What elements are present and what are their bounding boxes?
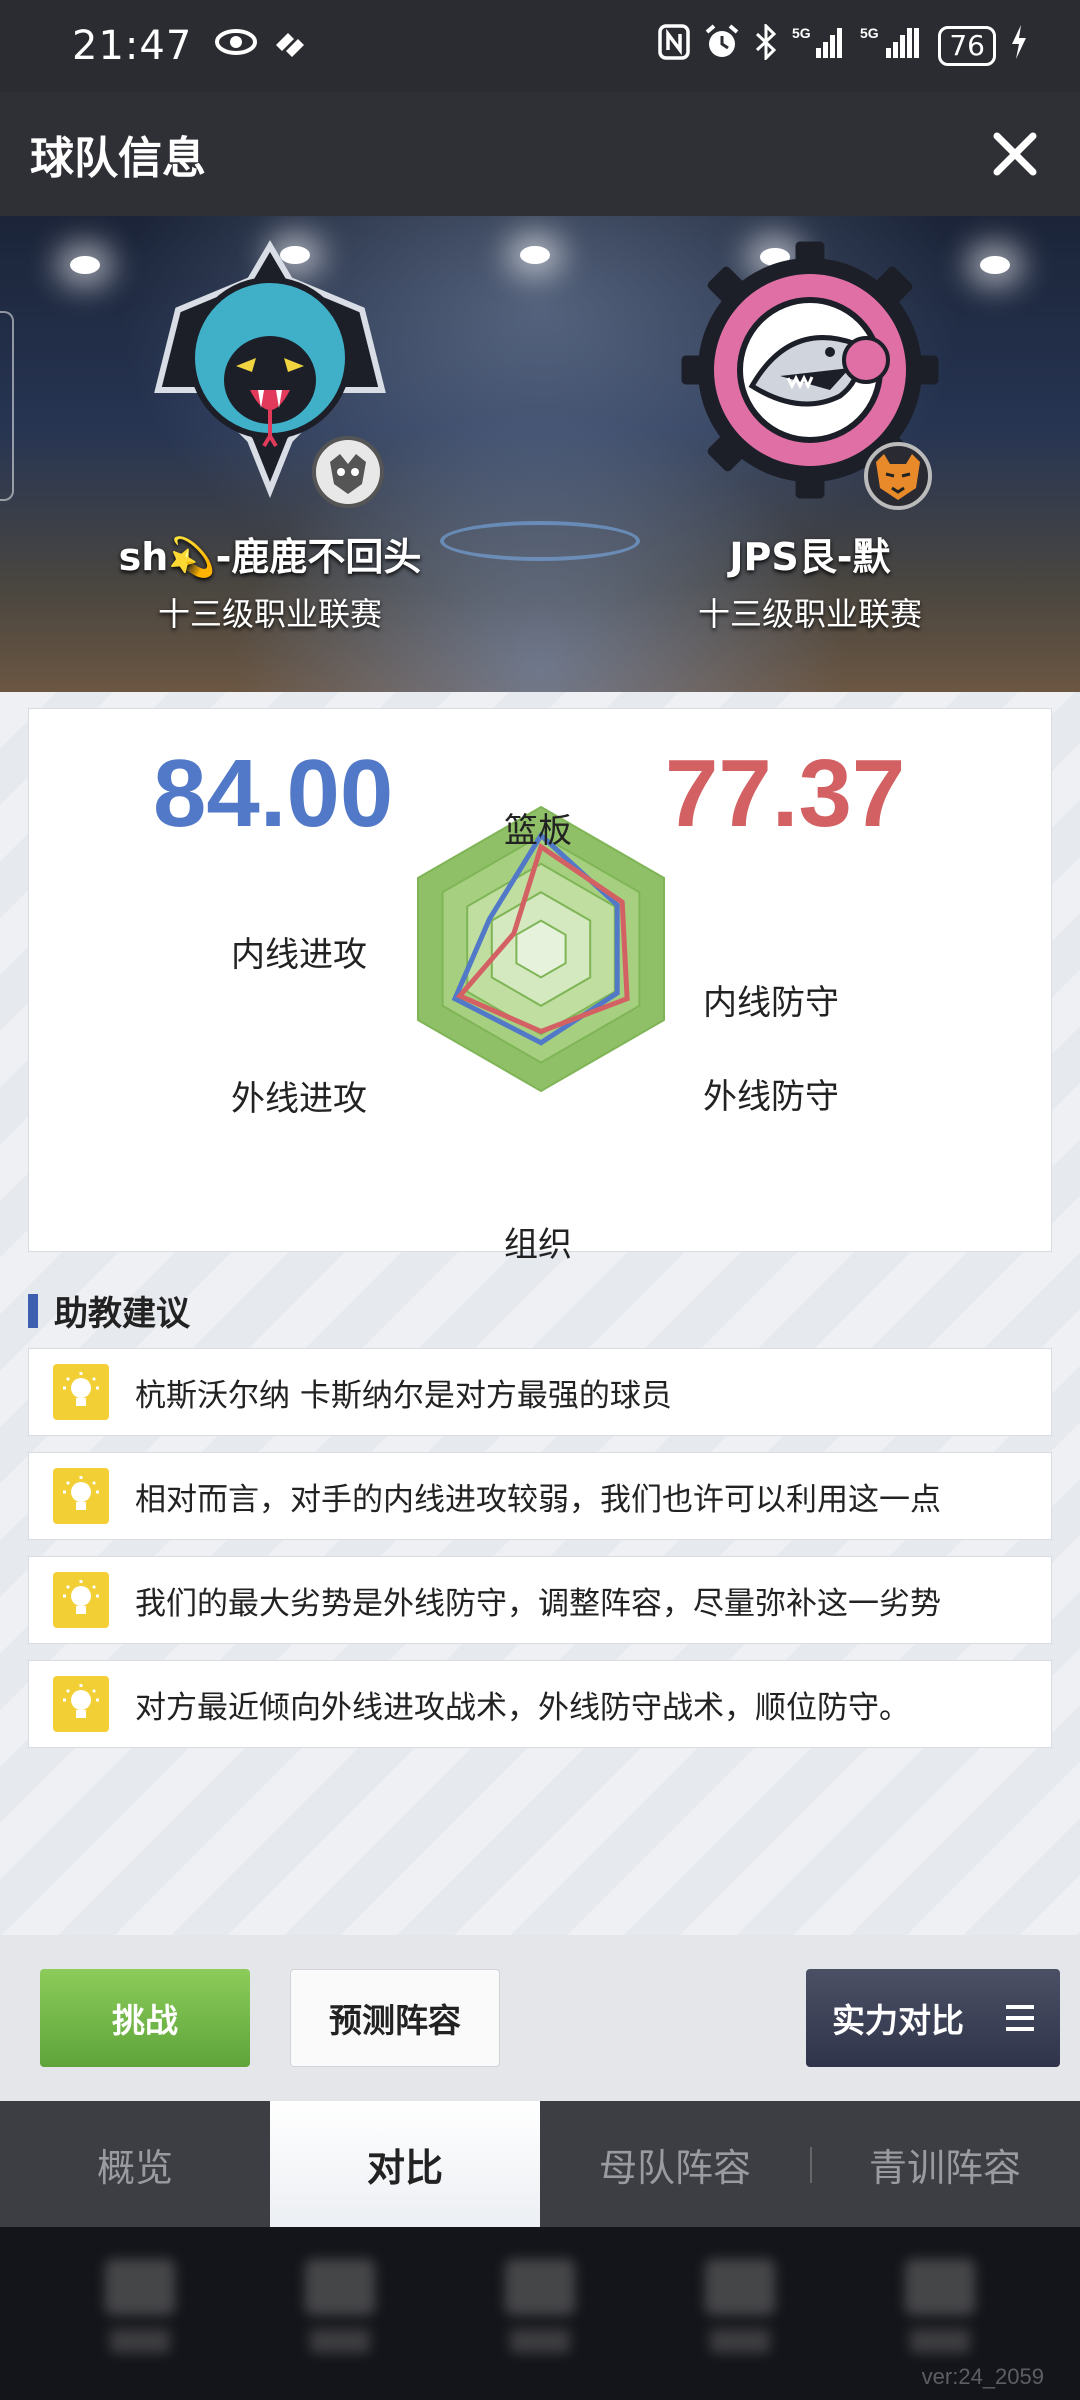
blurred-nav-item (700, 2258, 780, 2369)
predict-lineup-button[interactable]: 预测阵容 (290, 1969, 500, 2067)
nfc-icon (658, 24, 691, 68)
app-icon (272, 26, 308, 66)
advice-item: 对方最近倾向外线进攻战术，外线防守战术，顺位防守。 (28, 1660, 1052, 1748)
radar-axis-label: 外线防守 (703, 1077, 839, 1117)
blurred-nav-item (500, 2258, 580, 2369)
team-left-name: sh💫-鹿鹿不回头 (118, 535, 422, 579)
menu-icon (1006, 2005, 1034, 2031)
section-accent-bar (28, 1293, 38, 1328)
radar-axis-label: 内线进攻 (231, 935, 367, 975)
blurred-nav-item (100, 2258, 180, 2369)
side-drawer-handle[interactable] (0, 311, 14, 501)
tab-label: 母队阵容 (598, 2145, 751, 2190)
tab-overview[interactable]: 概览 (0, 2101, 270, 2227)
team-badge-icon (864, 442, 932, 510)
close-button[interactable] (980, 119, 1050, 189)
team-left[interactable]: sh💫-鹿鹿不回头 十三级职业联赛 (60, 216, 480, 635)
charging-icon (1010, 25, 1028, 67)
page-title: 球队信息 (30, 133, 206, 184)
advice-text: 相对而言，对手的内线进攻较弱，我们也许可以利用这一点 (135, 1481, 941, 1518)
tab-label: 青训阵容 (868, 2145, 1021, 2190)
advice-item: 我们的最大劣势是外线防守，调整阵容，尽量弥补这一劣势 (28, 1556, 1052, 1644)
radar-axis-label: 篮板 (504, 811, 572, 851)
advice-text: 杭斯沃尔纳 卡斯纳尔是对方最强的球员 (135, 1377, 672, 1414)
tab-label: 对比 (366, 2145, 443, 2190)
blurred-nav-item (300, 2258, 380, 2369)
teams-banner: sh💫-鹿鹿不回头 十三级职业联赛 JPS艮-默 十三级职业联赛 (0, 216, 1080, 692)
tab-compare[interactable]: 对比 (270, 2101, 540, 2227)
team-right[interactable]: JPS艮-默 十三级职业联赛 (600, 216, 1020, 635)
signal-5g-icon: 5G (792, 24, 846, 68)
tab-label: 概览 (96, 2145, 173, 2190)
team-badge-icon (312, 436, 384, 508)
advice-section-title: 助教建议 (28, 1286, 190, 1335)
tab-bar: 概览 对比 母队阵容 青训阵容 (0, 2101, 1080, 2227)
bottom-nav-blurred: ver:24_2059 (0, 2227, 1080, 2400)
strength-compare-label: 实力对比 (832, 2001, 964, 2040)
advice-item: 杭斯沃尔纳 卡斯纳尔是对方最强的球员 (28, 1348, 1052, 1436)
close-icon (993, 132, 1037, 176)
advice-text: 对方最近倾向外线进攻战术，外线防守战术，顺位防守。 (135, 1689, 910, 1726)
blurred-nav-item (900, 2258, 980, 2369)
header: 球队信息 (0, 92, 1080, 216)
tab-main-roster[interactable]: 母队阵容 (540, 2101, 810, 2227)
comparison-card: 84.00 77.37 篮板 内线防守 外线防守 组织 外线进攻 内线进攻 (28, 708, 1052, 1265)
radar-axis-label: 内线防守 (703, 983, 839, 1023)
lightbulb-icon (53, 1676, 109, 1732)
team-right-name: JPS艮-默 (729, 535, 891, 579)
challenge-button[interactable]: 挑战 (40, 1969, 250, 2067)
eye-icon (214, 26, 258, 66)
tab-divider (810, 2147, 812, 2183)
svg-text:5G: 5G (792, 25, 811, 41)
stadium-light (520, 246, 550, 264)
advice-title: 助教建议 (54, 1294, 190, 1334)
radar-chart (417, 805, 665, 1093)
team-right-league: 十三级职业联赛 (697, 595, 922, 633)
status-time: 21:47 (72, 23, 193, 69)
battery-indicator: 76 (938, 26, 996, 66)
lightbulb-icon (53, 1468, 109, 1524)
alarm-icon (704, 24, 740, 68)
strength-compare-button[interactable]: 实力对比 (806, 1969, 1060, 2067)
bluetooth-icon (754, 22, 778, 68)
signal-5g-icon: 5G (860, 24, 924, 68)
lightbulb-icon (53, 1572, 109, 1628)
status-bar: 21:47 5G 5G 76 (0, 0, 1080, 92)
svg-text:5G: 5G (860, 25, 879, 41)
team-left-league: 十三级职业联赛 (157, 595, 382, 633)
main-content: 84.00 77.37 篮板 内线防守 外线防守 组织 外线进攻 内线进攻 助教… (0, 692, 1080, 1935)
advice-item: 相对而言，对手的内线进攻较弱，我们也许可以利用这一点 (28, 1452, 1052, 1540)
version-label: ver:24_2059 (921, 2364, 1044, 2389)
radar-axis-label: 外线进攻 (231, 1079, 367, 1119)
radar-axis-label: 组织 (504, 1225, 572, 1265)
tab-youth-roster[interactable]: 青训阵容 (810, 2101, 1080, 2227)
lightbulb-icon (53, 1364, 109, 1420)
advice-text: 我们的最大劣势是外线防守，调整阵容，尽量弥补这一劣势 (135, 1585, 941, 1622)
action-bar: 挑战 预测阵容 实力对比 (0, 1935, 1080, 2101)
